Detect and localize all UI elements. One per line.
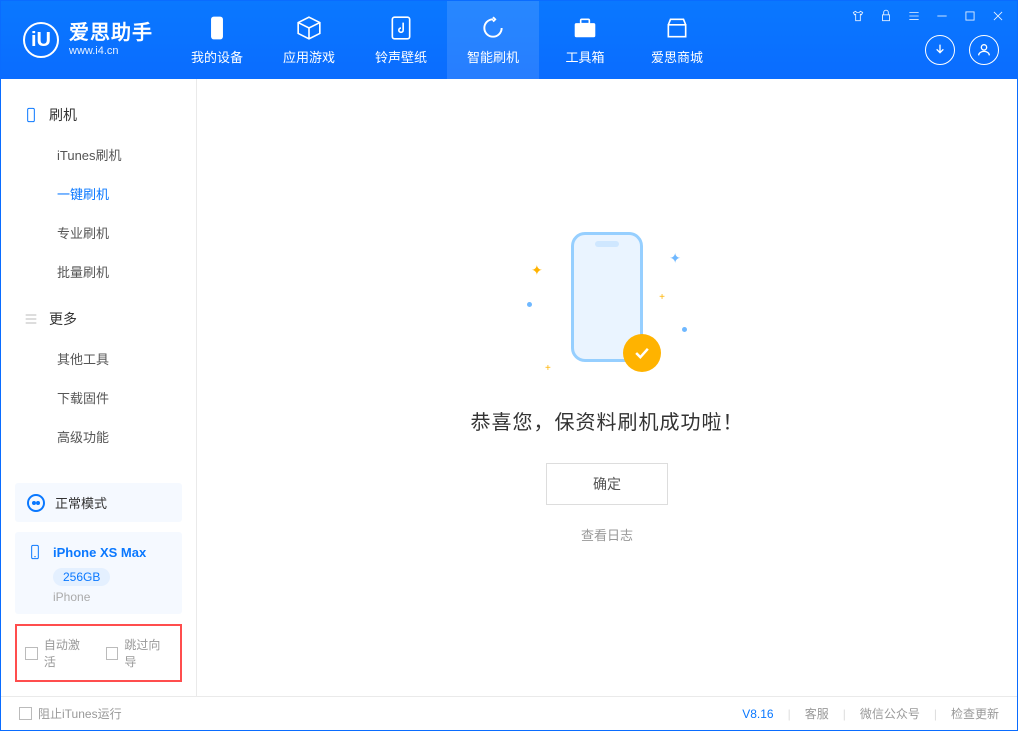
sidebar-item-itunes-flash[interactable]: iTunes刷机 (1, 135, 196, 174)
checkbox-skip-guide[interactable]: 跳过向导 (106, 636, 173, 670)
close-button[interactable] (989, 7, 1007, 25)
footer-link-wechat[interactable]: 微信公众号 (860, 705, 920, 722)
footer: 阻止iTunes运行 V8.16 | 客服 | 微信公众号 | 检查更新 (1, 696, 1017, 730)
nav-label: 铃声壁纸 (375, 47, 427, 66)
footer-right: V8.16 | 客服 | 微信公众号 | 检查更新 (742, 705, 999, 722)
sidebar-item-batch-flash[interactable]: 批量刷机 (1, 252, 196, 291)
checkbox-auto-activate[interactable]: 自动激活 (25, 636, 92, 670)
sidebar-section-title: 刷机 (49, 105, 77, 125)
checkbox-box (25, 647, 38, 660)
download-button[interactable] (925, 35, 955, 65)
device-name: iPhone XS Max (53, 545, 146, 560)
cube-icon (296, 15, 322, 41)
nav-toolbox[interactable]: 工具箱 (539, 1, 631, 79)
lock-icon[interactable] (877, 7, 895, 25)
sparkle-icon: + (659, 292, 665, 303)
checkbox-label: 阻止iTunes运行 (38, 705, 122, 722)
status-text: 正常模式 (55, 493, 107, 512)
device-status[interactable]: 正常模式 (15, 483, 182, 522)
sidebar-item-download-firmware[interactable]: 下载固件 (1, 378, 196, 417)
sparkle-icon: ✦ (669, 250, 681, 267)
user-button[interactable] (969, 35, 999, 65)
refresh-icon (480, 15, 506, 41)
app-url: www.i4.cn (69, 45, 153, 58)
ok-button[interactable]: 确定 (546, 463, 668, 505)
device-icon (204, 15, 230, 41)
checkbox-label: 跳过向导 (124, 636, 172, 670)
nav-ringtone-wallpaper[interactable]: 铃声壁纸 (355, 1, 447, 79)
nav-apps-games[interactable]: 应用游戏 (263, 1, 355, 79)
sparkle-icon: ✦ (531, 262, 543, 279)
checkbox-label: 自动激活 (44, 636, 92, 670)
device-panel: 正常模式 iPhone XS Max 256GB iPhone 自动激活 (1, 483, 196, 696)
nav-label: 应用游戏 (283, 47, 335, 66)
body: 刷机 iTunes刷机 一键刷机 专业刷机 批量刷机 更多 其他工具 下载固件 … (1, 79, 1017, 696)
sidebar-item-pro-flash[interactable]: 专业刷机 (1, 213, 196, 252)
nav-label: 我的设备 (191, 47, 243, 66)
nav-label: 工具箱 (565, 47, 604, 66)
checkbox-box (19, 707, 32, 720)
nav-my-device[interactable]: 我的设备 (171, 1, 263, 79)
sidebar-item-advanced[interactable]: 高级功能 (1, 417, 196, 456)
main-content: ✦ ✦ + + 恭喜您，保资料刷机成功啦！ 确定 查看日志 (197, 79, 1017, 696)
maximize-button[interactable] (961, 7, 979, 25)
success-illustration: ✦ ✦ + + (527, 232, 687, 382)
view-log-link[interactable]: 查看日志 (581, 525, 633, 544)
sidebar-section-title: 更多 (49, 309, 77, 329)
music-icon (388, 15, 414, 41)
menu-lines-icon (23, 311, 39, 327)
window-controls (849, 7, 1007, 25)
minimize-button[interactable] (933, 7, 951, 25)
menu-icon[interactable] (905, 7, 923, 25)
sidebar-section-flash: 刷机 iTunes刷机 一键刷机 专业刷机 批量刷机 (1, 95, 196, 291)
logo-icon: iU (23, 22, 59, 58)
check-badge-icon (623, 334, 661, 372)
version-text: V8.16 (742, 707, 773, 721)
device-capacity: 256GB (53, 568, 110, 586)
device-info[interactable]: iPhone XS Max 256GB iPhone (15, 532, 182, 614)
dot-icon (527, 302, 532, 307)
app-logo: iU 爱思助手 www.i4.cn (1, 1, 171, 79)
sidebar-item-oneclick-flash[interactable]: 一键刷机 (1, 174, 196, 213)
header-actions (925, 35, 999, 65)
status-icon (27, 494, 45, 512)
app-window: iU 爱思助手 www.i4.cn 我的设备 应用游戏 铃声壁纸 智能刷机 (0, 0, 1018, 731)
nav-tabs: 我的设备 应用游戏 铃声壁纸 智能刷机 工具箱 爱思商城 (171, 1, 723, 79)
success-message: 恭喜您，保资料刷机成功啦！ (471, 406, 744, 435)
tshirt-icon[interactable] (849, 7, 867, 25)
sidebar-item-other-tools[interactable]: 其他工具 (1, 339, 196, 378)
store-icon (664, 15, 690, 41)
nav-store[interactable]: 爱思商城 (631, 1, 723, 79)
sidebar-header-more: 更多 (1, 299, 196, 339)
app-name: 爱思助手 (69, 21, 153, 45)
logo-text: 爱思助手 www.i4.cn (69, 21, 153, 58)
toolbox-icon (572, 15, 598, 41)
sidebar-section-more: 更多 其他工具 下载固件 高级功能 (1, 299, 196, 456)
nav-label: 爱思商城 (651, 47, 703, 66)
sidebar: 刷机 iTunes刷机 一键刷机 专业刷机 批量刷机 更多 其他工具 下载固件 … (1, 79, 197, 696)
checkbox-box (106, 647, 119, 660)
footer-link-support[interactable]: 客服 (805, 705, 829, 722)
phone-icon (23, 107, 39, 123)
dot-icon (682, 327, 687, 332)
footer-link-update[interactable]: 检查更新 (951, 705, 999, 722)
sparkle-icon: + (545, 363, 551, 374)
device-type: iPhone (53, 590, 170, 604)
sidebar-header-flash: 刷机 (1, 95, 196, 135)
nav-label: 智能刷机 (467, 47, 519, 66)
options-highlight-box: 自动激活 跳过向导 (15, 624, 182, 682)
header: iU 爱思助手 www.i4.cn 我的设备 应用游戏 铃声壁纸 智能刷机 (1, 1, 1017, 79)
checkbox-block-itunes[interactable]: 阻止iTunes运行 (19, 705, 122, 722)
nav-smart-flash[interactable]: 智能刷机 (447, 1, 539, 79)
phone-small-icon (27, 542, 43, 562)
